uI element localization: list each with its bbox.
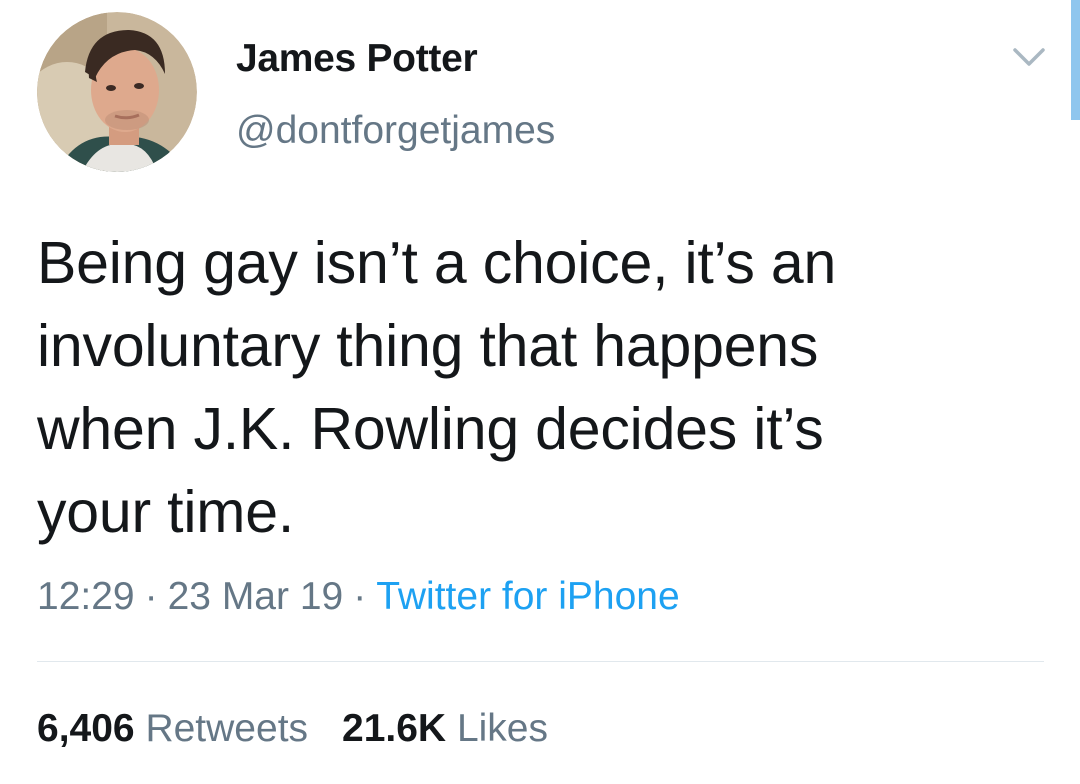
- likes-count: 21.6K: [342, 707, 447, 750]
- retweets-stat[interactable]: 6,406 Retweets: [37, 707, 308, 750]
- author-handle[interactable]: @dontforgetjames: [236, 108, 555, 154]
- meta-separator: ·: [144, 575, 158, 618]
- retweets-label: Retweets: [145, 707, 309, 750]
- divider: [37, 661, 1044, 662]
- tweet-time: 12:29: [37, 575, 135, 618]
- author-display-name[interactable]: James Potter: [236, 36, 478, 82]
- avatar[interactable]: [37, 12, 197, 172]
- likes-stat[interactable]: 21.6K Likes: [342, 707, 548, 750]
- tweet-date: 23 Mar 19: [167, 575, 344, 618]
- avatar-photo: [37, 12, 197, 172]
- retweets-count: 6,406: [37, 707, 135, 750]
- tweet-stats: 6,406 Retweets 21.6K Likes: [37, 706, 548, 752]
- tweet-meta: 12:29 · 23 Mar 19 · Twitter for iPhone: [37, 574, 680, 620]
- tweet-menu-button[interactable]: [1011, 44, 1047, 72]
- chevron-down-icon: [1013, 48, 1045, 66]
- tweet-text: Being gay isn’t a choice, it’s an involu…: [37, 230, 837, 545]
- meta-separator: ·: [353, 575, 367, 618]
- scroll-indicator[interactable]: [1071, 0, 1080, 120]
- likes-label: Likes: [456, 707, 548, 750]
- tweet-source-link[interactable]: Twitter for iPhone: [376, 575, 679, 618]
